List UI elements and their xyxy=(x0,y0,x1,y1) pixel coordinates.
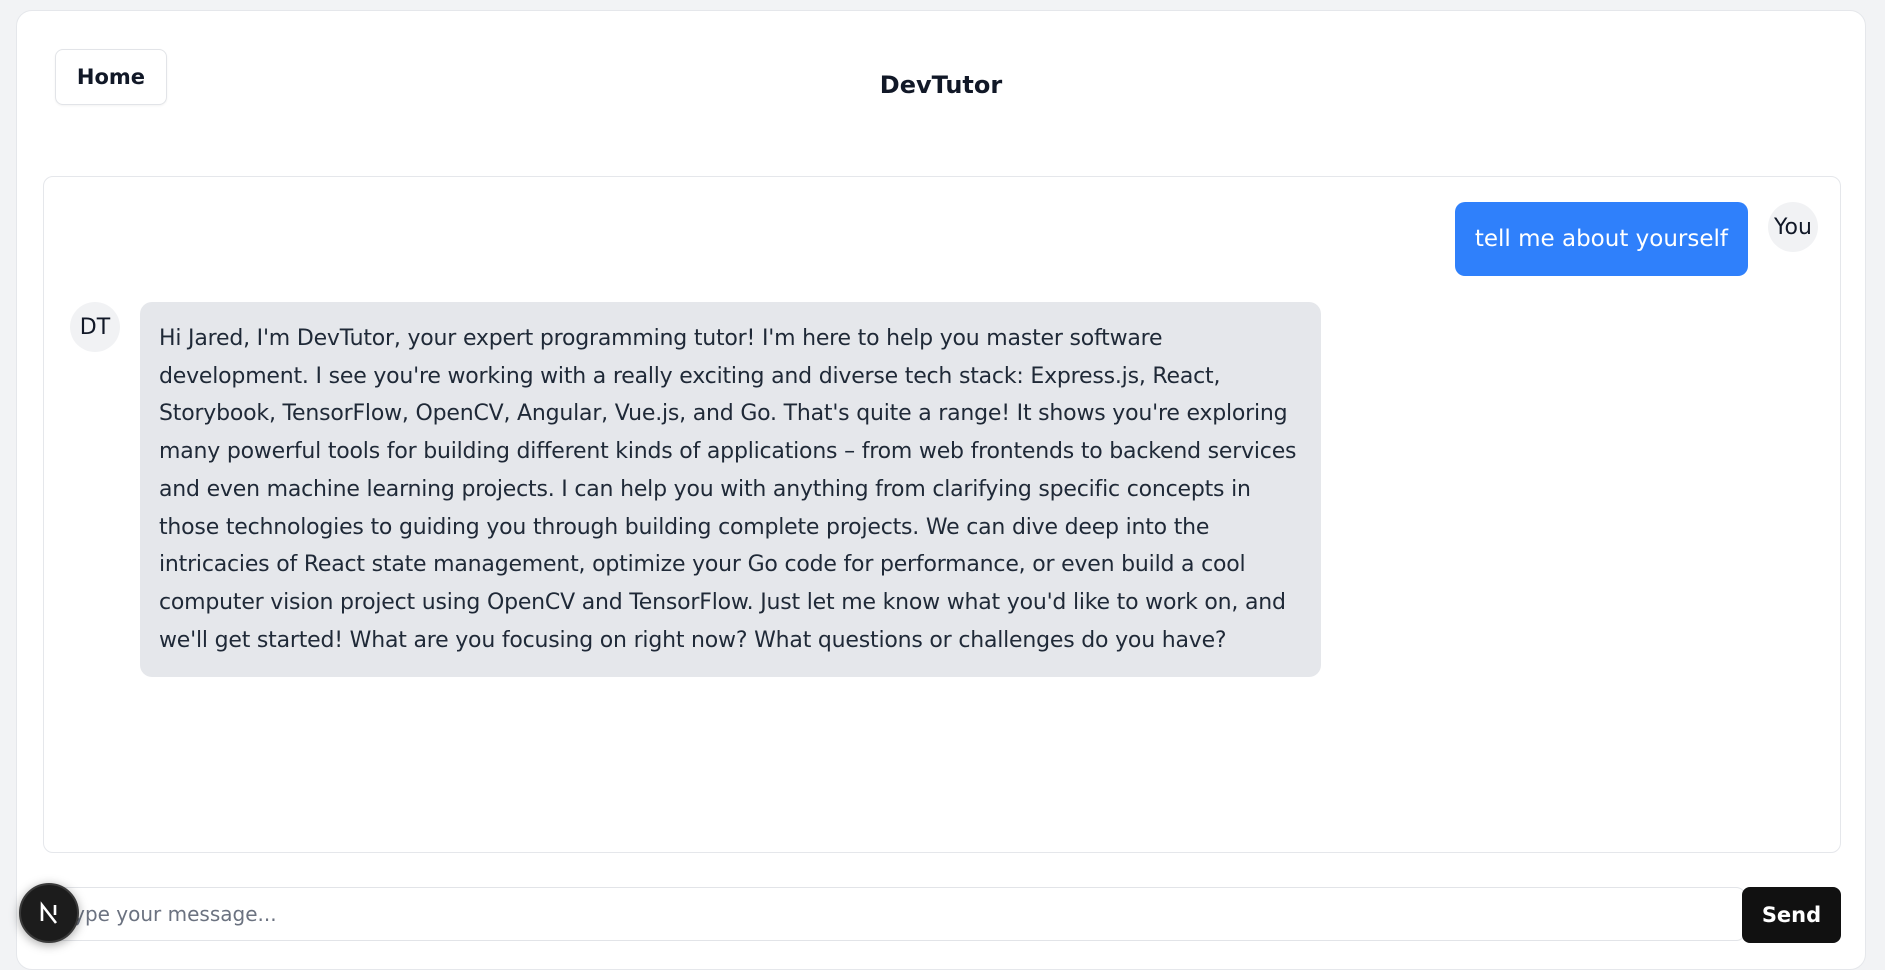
nextjs-n-icon xyxy=(40,901,58,924)
assistant-avatar: DT xyxy=(70,302,120,352)
chat-messages-panel[interactable]: tell me about yourself You DT Hi Jared, … xyxy=(43,176,1841,853)
app-card: Home DevTutor tell me about yourself You… xyxy=(16,10,1866,970)
assistant-message-bubble: Hi Jared, I'm DevTutor, your expert prog… xyxy=(140,302,1321,678)
user-avatar: You xyxy=(1768,202,1818,252)
user-message: tell me about yourself You xyxy=(1454,202,1818,276)
page-title: DevTutor xyxy=(879,71,1003,99)
message-input[interactable] xyxy=(43,887,1746,941)
assistant-message: DT Hi Jared, I'm DevTutor, your expert p… xyxy=(70,302,1321,678)
user-message-bubble: tell me about yourself xyxy=(1454,202,1748,276)
send-button[interactable]: Send xyxy=(1742,887,1841,943)
header: Home DevTutor xyxy=(17,11,1865,141)
nextjs-dev-badge[interactable] xyxy=(19,883,79,943)
composer: Send xyxy=(43,881,1841,943)
